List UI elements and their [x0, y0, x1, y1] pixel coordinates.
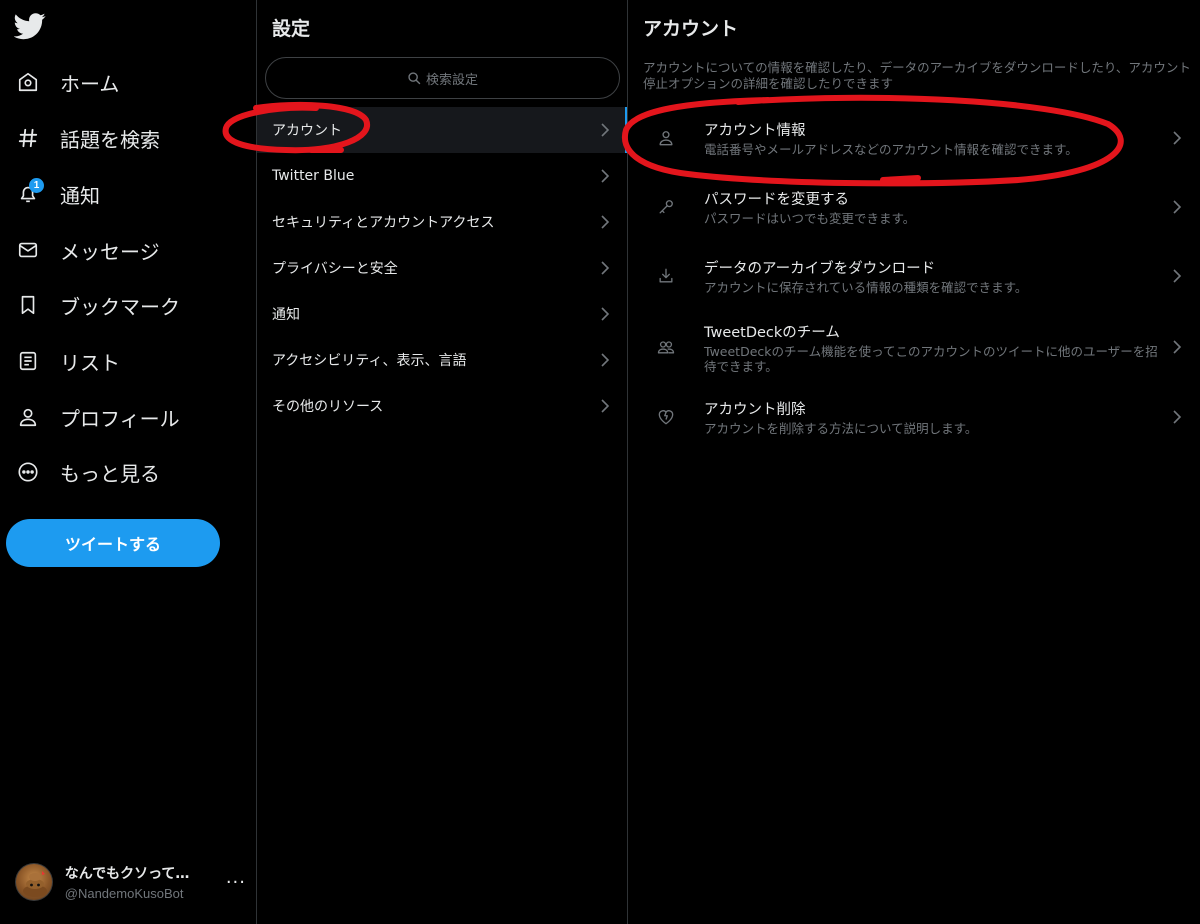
- settings-search-input[interactable]: 検索設定: [265, 57, 620, 99]
- nav-item-label: ホーム: [60, 71, 120, 96]
- account-option-tweetdeck-teams[interactable]: TweetDeckのチーム TweetDeckのチーム機能を使ってこのアカウント…: [628, 312, 1200, 382]
- twitter-logo-icon[interactable]: [14, 10, 46, 42]
- nav-item-label: 通知: [60, 183, 100, 208]
- option-title: アカウント削除: [704, 402, 806, 418]
- bell-icon: 1: [6, 172, 50, 216]
- option-title: データのアーカイブをダウンロード: [704, 261, 936, 277]
- settings-item-label: Twitter Blue: [272, 168, 355, 184]
- account-option-delete[interactable]: アカウント削除 アカウントを削除する方法について説明します。: [628, 384, 1200, 450]
- chevron-right-icon: [601, 169, 610, 183]
- chevron-right-icon: [1173, 269, 1182, 283]
- list-icon: [6, 339, 50, 383]
- person-icon: [6, 395, 50, 439]
- avatar: [15, 863, 53, 901]
- settings-item-notifications[interactable]: 通知: [257, 291, 627, 337]
- account-handle: @NandemoKusoBot: [64, 886, 184, 901]
- chevron-right-icon: [1173, 200, 1182, 214]
- team-icon: [657, 341, 675, 354]
- settings-item-label: その他のリソース: [272, 399, 384, 415]
- option-subtitle: TweetDeckのチーム機能を使ってこのアカウントのツイートに他のユーザーを招…: [704, 343, 1158, 374]
- account-option-download-archive[interactable]: データのアーカイブをダウンロード アカウントに保存されている情報の種類を確認でき…: [628, 243, 1200, 309]
- bookmark-icon: [6, 283, 50, 327]
- option-title: パスワードを変更する: [704, 192, 849, 208]
- option-title: TweetDeckのチーム: [704, 324, 840, 341]
- account-display-name: なんでもクソって…: [64, 866, 190, 882]
- account-description: アカウントについての情報を確認したり、データのアーカイブをダウンロードしたり、ア…: [643, 60, 1191, 91]
- nav-item-messages[interactable]: メッセージ: [6, 227, 242, 273]
- settings-item-label: 通知: [272, 307, 300, 323]
- nav-item-explore[interactable]: 話題を検索: [6, 115, 242, 161]
- twitter-settings-window: ホーム 話題を検索 1 通知 メッセージ ブックマーク リスト プロフィール も…: [0, 0, 1200, 924]
- settings-item-privacy[interactable]: プライバシーと安全: [257, 245, 627, 291]
- person-icon: [659, 131, 673, 146]
- account-detail-column: アカウント アカウントについての情報を確認したり、データのアーカイブをダウンロー…: [628, 0, 1200, 924]
- account-option-info[interactable]: アカウント情報 電話番号やメールアドレスなどのアカウント情報を確認できます。: [628, 105, 1200, 171]
- settings-item-account[interactable]: アカウント: [257, 107, 627, 153]
- nav-item-label: メッセージ: [60, 239, 160, 264]
- settings-item-security[interactable]: セキュリティとアカウントアクセス: [257, 199, 627, 245]
- settings-item-label: セキュリティとアカウントアクセス: [272, 215, 495, 231]
- nav-item-label: ブックマーク: [60, 294, 180, 319]
- chevron-right-icon: [1173, 410, 1182, 424]
- chevron-right-icon: [601, 399, 610, 413]
- settings-item-label: アカウント: [272, 123, 342, 139]
- option-subtitle: アカウントに保存されている情報の種類を確認できます。: [704, 280, 1028, 295]
- option-subtitle: 電話番号やメールアドレスなどのアカウント情報を確認できます。: [704, 142, 1078, 157]
- chevron-right-icon: [601, 307, 610, 321]
- settings-item-resources[interactable]: その他のリソース: [257, 383, 627, 429]
- settings-item-accessibility[interactable]: アクセシビリティ、表示、言語: [257, 337, 627, 383]
- key-icon: [659, 200, 673, 214]
- nav-item-home[interactable]: ホーム: [6, 59, 242, 105]
- settings-title: 設定: [272, 18, 311, 40]
- nav-item-label: リスト: [60, 350, 120, 375]
- nav-item-label: もっと見る: [60, 461, 160, 486]
- settings-item-label: アクセシビリティ、表示、言語: [272, 353, 467, 369]
- settings-menu-column: 設定 検索設定 アカウント Twitter Blue セキュリティとアカウントア…: [257, 0, 628, 924]
- settings-item-label: プライバシーと安全: [272, 261, 398, 277]
- nav-item-notifications[interactable]: 1 通知: [6, 171, 242, 217]
- settings-item-twitter-blue[interactable]: Twitter Blue: [257, 153, 627, 199]
- broken-heart-icon: [658, 410, 674, 425]
- account-title: アカウント: [643, 18, 739, 40]
- nav-item-more[interactable]: もっと見る: [6, 449, 242, 495]
- chevron-right-icon: [601, 215, 610, 229]
- hashtag-icon: [6, 116, 50, 160]
- option-subtitle: アカウントを削除する方法について説明します。: [704, 421, 978, 436]
- home-icon: [6, 60, 50, 104]
- primary-nav: ホーム 話題を検索 1 通知 メッセージ ブックマーク リスト プロフィール も…: [0, 0, 257, 924]
- more-options-icon[interactable]: ···: [226, 872, 246, 893]
- tweet-button[interactable]: ツイートする: [6, 519, 220, 567]
- nav-item-label: 話題を検索: [60, 127, 160, 152]
- notification-count-badge: 1: [29, 178, 44, 193]
- nav-item-label: プロフィール: [60, 406, 180, 431]
- mail-icon: [6, 228, 50, 272]
- search-placeholder: 検索設定: [425, 72, 478, 88]
- chevron-right-icon: [601, 353, 610, 367]
- nav-item-lists[interactable]: リスト: [6, 338, 242, 384]
- chevron-right-icon: [1173, 131, 1182, 145]
- account-option-password[interactable]: パスワードを変更する パスワードはいつでも変更できます。: [628, 174, 1200, 240]
- chevron-right-icon: [1173, 340, 1182, 354]
- more-circle-icon: [6, 450, 50, 494]
- option-title: アカウント情報: [704, 123, 806, 139]
- nav-item-profile[interactable]: プロフィール: [6, 394, 242, 440]
- nav-item-bookmarks[interactable]: ブックマーク: [6, 282, 242, 328]
- account-switcher[interactable]: なんでもクソって… @NandemoKusoBot ···: [6, 852, 246, 912]
- chevron-right-icon: [601, 123, 610, 137]
- option-subtitle: パスワードはいつでも変更できます。: [704, 211, 916, 226]
- chevron-right-icon: [601, 261, 610, 275]
- download-icon: [659, 268, 673, 283]
- search-icon: [408, 72, 421, 85]
